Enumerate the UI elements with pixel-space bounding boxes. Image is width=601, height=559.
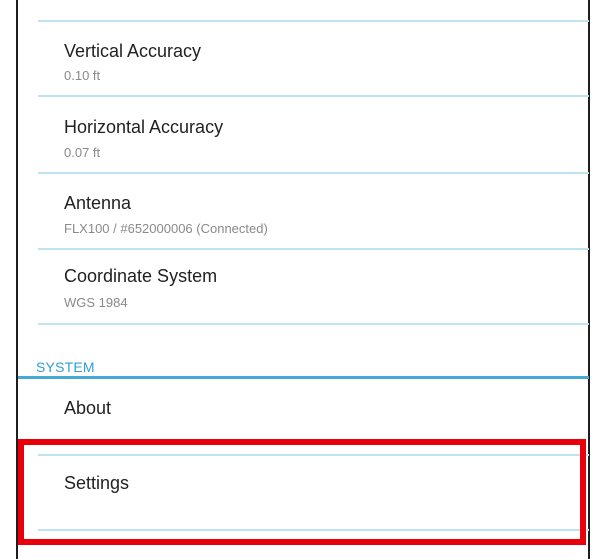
item-subtitle: WGS 1984 bbox=[64, 295, 128, 310]
screen: Vertical Accuracy 0.10 ft Horizontal Acc… bbox=[0, 0, 601, 559]
divider bbox=[38, 323, 589, 325]
item-title: Vertical Accuracy bbox=[64, 41, 202, 61]
list-item-coordinate-system[interactable]: Coordinate System WGS 1984 bbox=[38, 250, 588, 324]
item-subtitle: 0.10 ft bbox=[64, 68, 101, 83]
highlight-box bbox=[18, 439, 586, 545]
list-item-antenna[interactable]: Antenna FLX100 / #652000006 (Connected) bbox=[38, 174, 588, 248]
item-title: Coordinate System bbox=[64, 266, 218, 286]
item-title: Horizontal Accuracy bbox=[64, 117, 224, 137]
item-title: Antenna bbox=[64, 193, 132, 213]
list-item-horizontal-accuracy[interactable]: Horizontal Accuracy 0.07 ft bbox=[38, 97, 588, 173]
item-subtitle: 0.07 ft bbox=[64, 145, 101, 160]
list-item-vertical-accuracy[interactable]: Vertical Accuracy 0.10 ft bbox=[38, 22, 588, 96]
item-subtitle: FLX100 / #652000006 (Connected) bbox=[64, 221, 268, 236]
frame-right-border bbox=[588, 0, 590, 559]
section-header-system: SYSTEM bbox=[36, 359, 95, 375]
item-title: About bbox=[64, 398, 112, 418]
